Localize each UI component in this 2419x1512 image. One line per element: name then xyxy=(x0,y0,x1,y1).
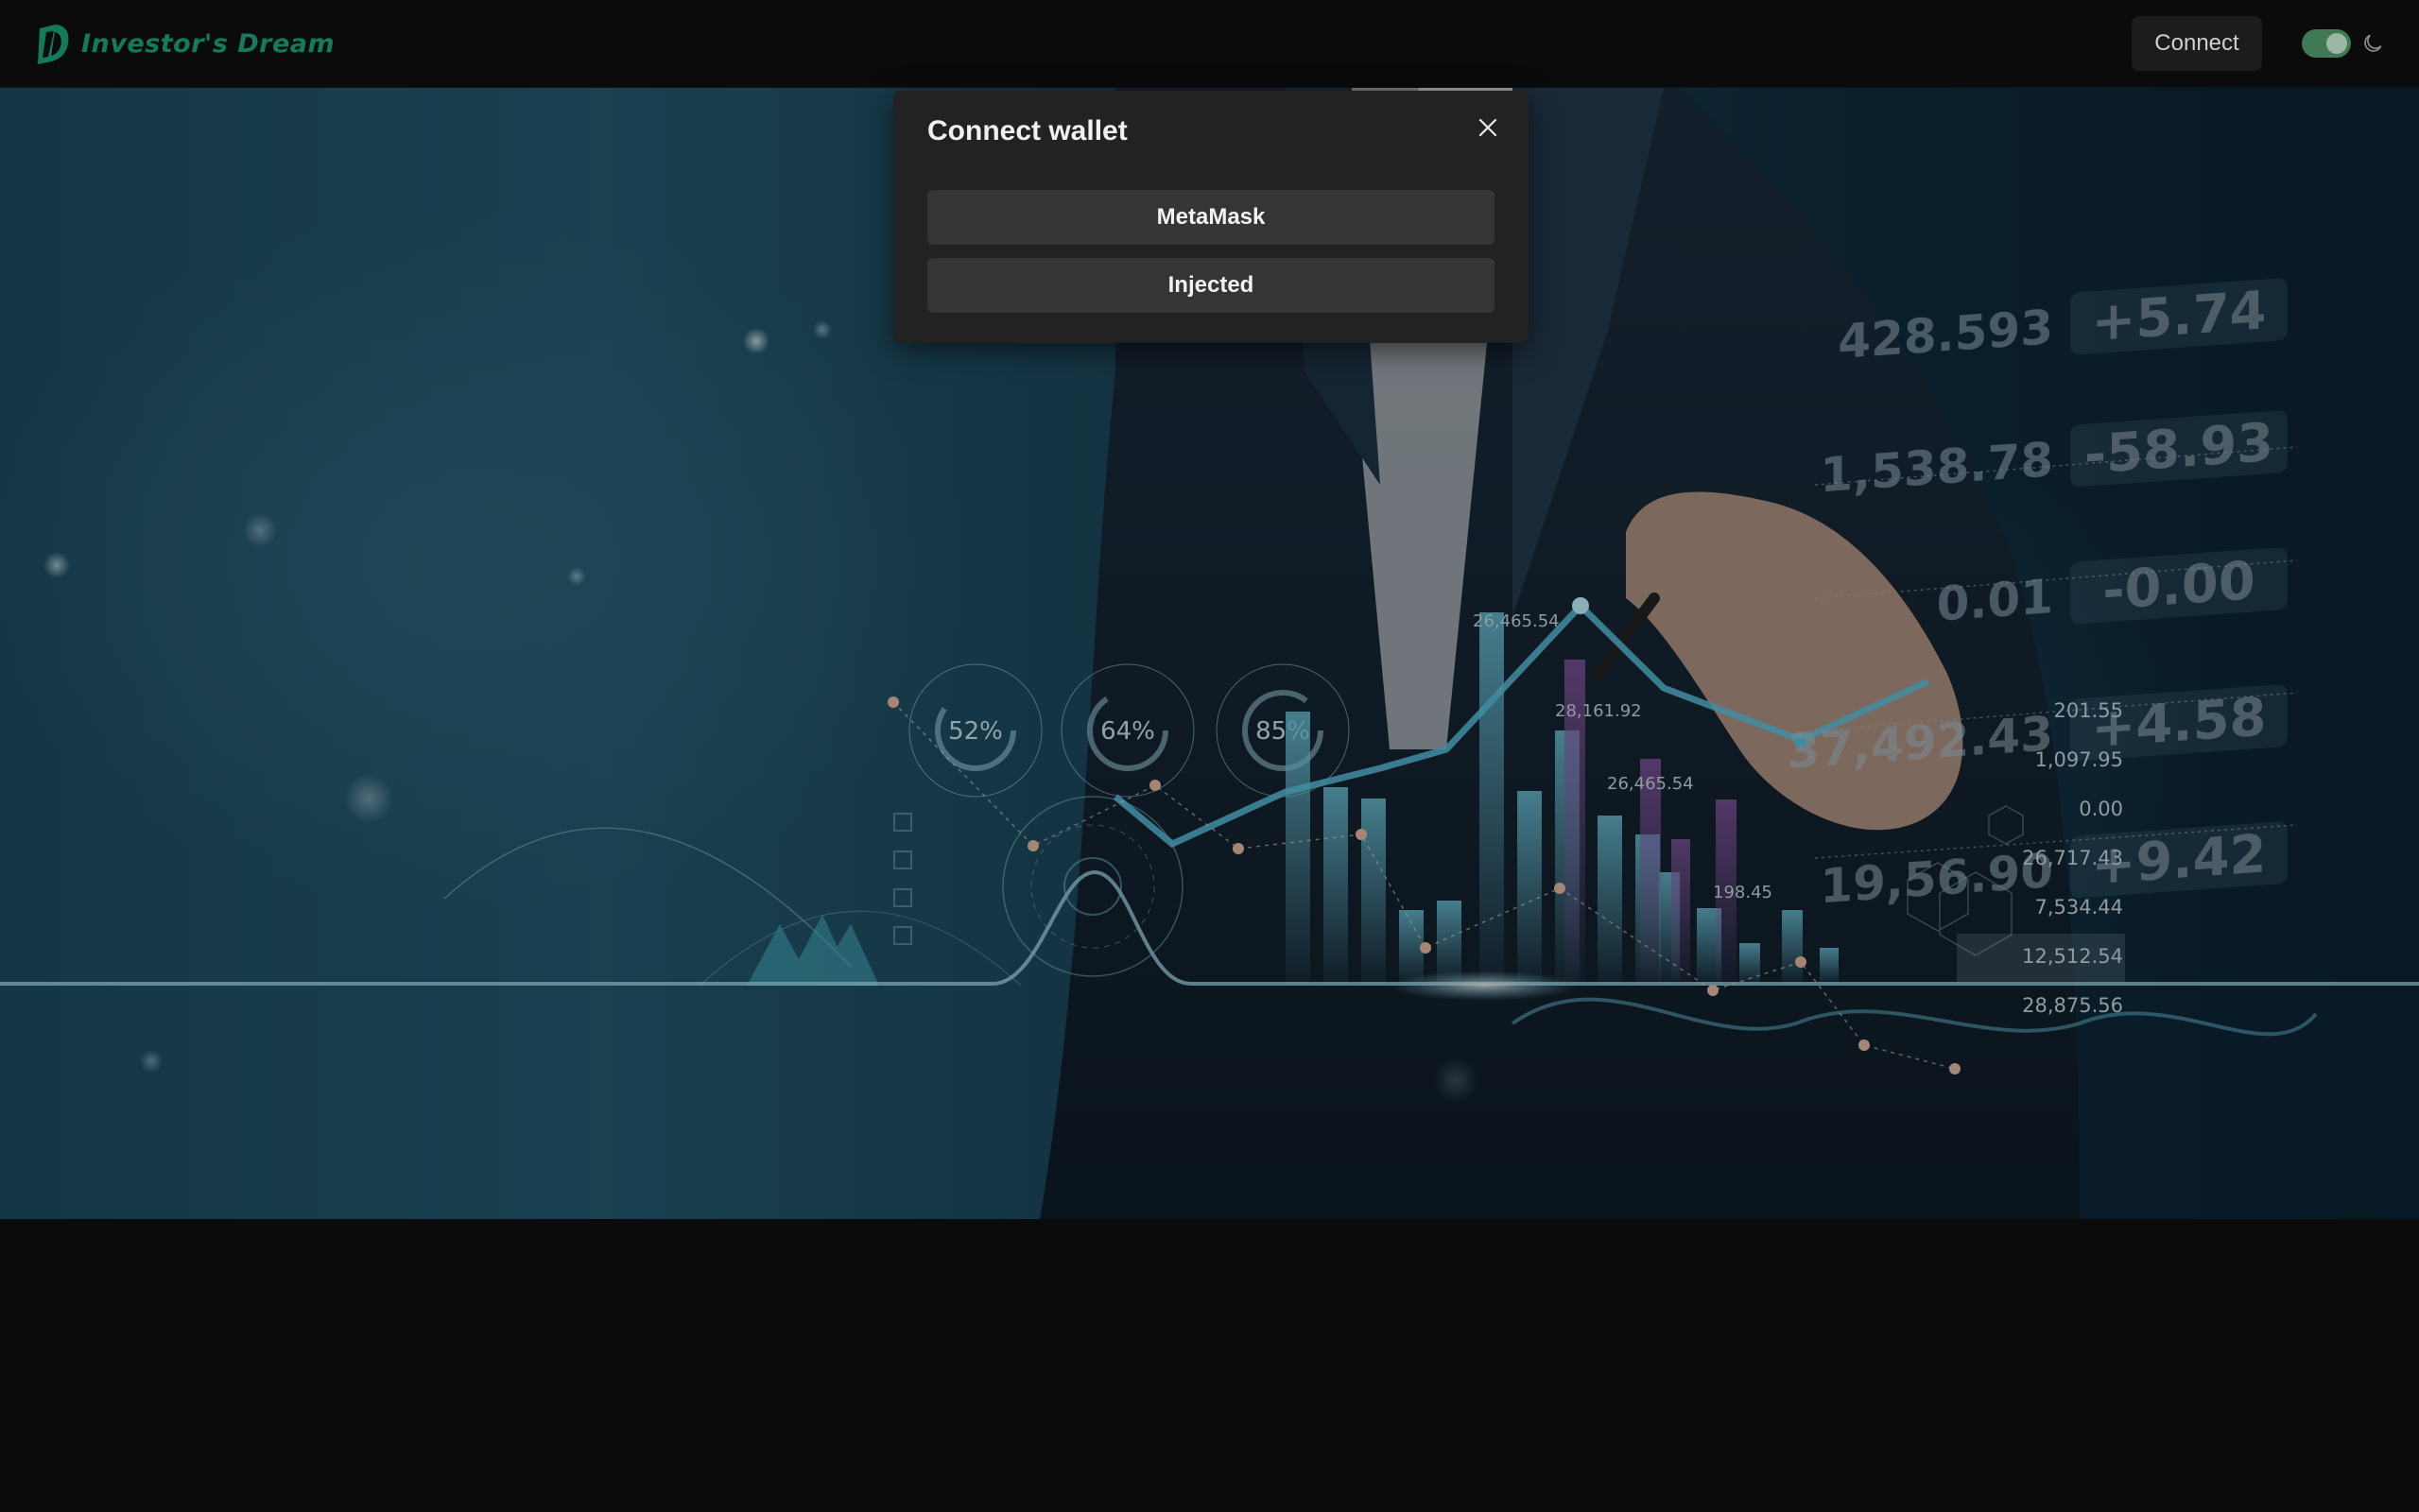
metamask-option[interactable]: MetaMask xyxy=(927,190,1495,245)
toggle-knob xyxy=(2326,33,2347,54)
moon-icon xyxy=(2360,31,2385,56)
modal-title: Connect wallet xyxy=(927,115,1128,146)
close-icon xyxy=(1478,118,1497,137)
close-button[interactable] xyxy=(1474,113,1502,142)
injected-option[interactable]: Injected xyxy=(927,258,1495,313)
navbar: Investor's Dream Connect xyxy=(0,0,2419,88)
theme-toggle[interactable] xyxy=(2302,29,2351,58)
page-bottom xyxy=(0,1219,2419,1512)
connect-button[interactable]: Connect xyxy=(2132,16,2262,71)
brand-logo[interactable]: Investor's Dream xyxy=(34,21,335,66)
logo-icon xyxy=(38,25,69,64)
brand-name: Investor's Dream xyxy=(81,28,336,59)
connect-wallet-modal: Connect wallet MetaMask Injected xyxy=(893,91,1529,343)
